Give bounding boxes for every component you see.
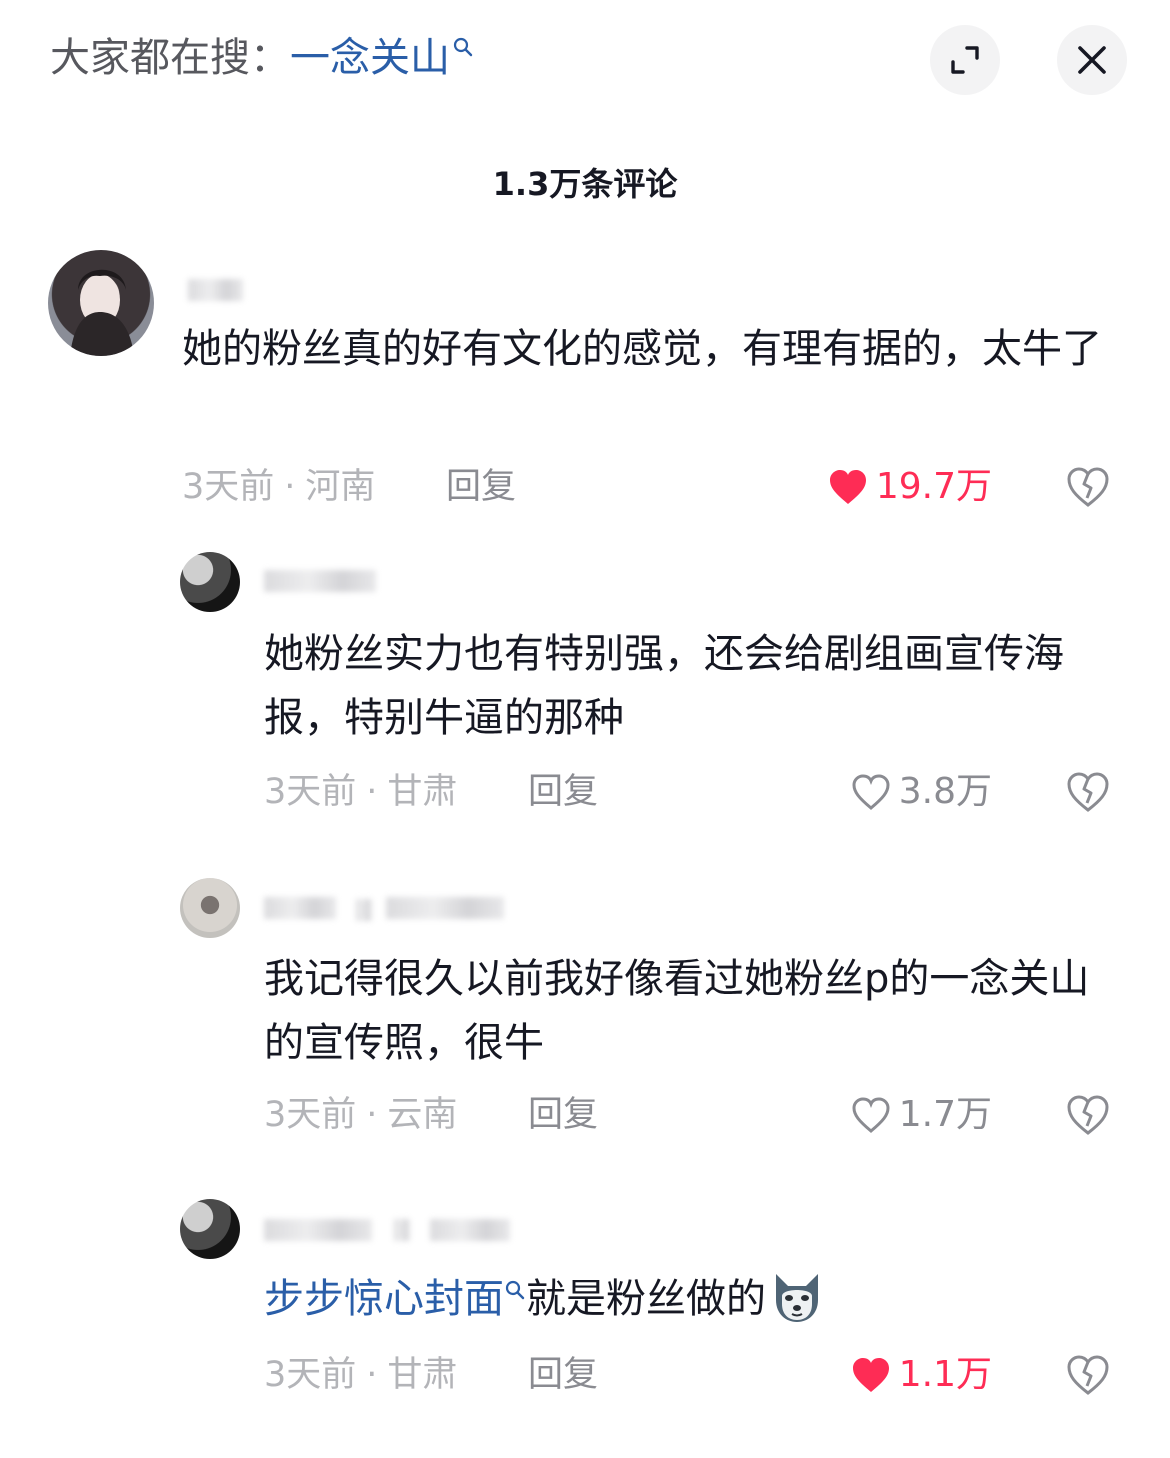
like-count: 1.1万 bbox=[898, 1354, 992, 1395]
avatar[interactable] bbox=[48, 250, 154, 356]
trending-search[interactable]: 大家都在搜：一念关山 bbox=[50, 30, 474, 86]
comment-location: 云南 bbox=[387, 1095, 458, 1135]
expand-button[interactable] bbox=[930, 25, 1000, 95]
comment-text: 她粉丝实力也有特别强，还会给剧组画宣传海报，特别牛逼的那种 bbox=[264, 631, 1064, 741]
comment-item: 我记得很久以前我好像看过她粉丝p的一念关山的宣传照，很牛 3天前 · 云南 回复 1… bbox=[0, 875, 1170, 1155]
search-term-link[interactable]: 一念关山 bbox=[290, 35, 450, 81]
avatar[interactable] bbox=[180, 1199, 240, 1259]
avatar[interactable] bbox=[180, 878, 240, 938]
comments-count: 1.3万条评论 bbox=[492, 165, 678, 203]
search-icon bbox=[505, 1280, 525, 1300]
comment-location: 甘肃 bbox=[387, 1355, 458, 1395]
dog-emoji bbox=[776, 1274, 818, 1322]
comment-text: 我记得很久以前我好像看过她粉丝p的一念关山的宣传照，很牛 bbox=[264, 956, 1090, 1066]
like-count: 3.8万 bbox=[898, 771, 992, 812]
comment-text: 步步惊心封面 就是粉丝做的 bbox=[264, 1267, 1114, 1331]
username-blurred bbox=[356, 899, 372, 921]
like-button[interactable]: 1.1万 bbox=[851, 1351, 992, 1399]
reply-button[interactable]: 回复 bbox=[446, 463, 516, 511]
comment-time: 3天前 bbox=[264, 772, 357, 812]
comment-meta: 3天前 · 云南 bbox=[264, 1095, 458, 1135]
username-blurred bbox=[264, 570, 376, 592]
username-blurred bbox=[386, 897, 504, 919]
comment-item: 她的粉丝真的好有文化的感觉，有理有据的，太牛了 3天前 · 河南 回复 19.7万 bbox=[0, 245, 1170, 515]
dislike-icon[interactable] bbox=[1066, 1093, 1110, 1137]
comment-location: 河南 bbox=[305, 467, 376, 507]
comment-location: 甘肃 bbox=[387, 772, 458, 812]
dislike-icon[interactable] bbox=[1066, 465, 1110, 509]
comment-item: 步步惊心封面 就是粉丝做的 3天前 · 甘肃 回复 1.1万 bbox=[0, 1195, 1170, 1425]
heart-icon bbox=[852, 774, 890, 810]
comment-text-body: 就是粉丝做的 bbox=[526, 1276, 766, 1322]
avatar[interactable] bbox=[180, 552, 240, 612]
search-topic-link[interactable]: 步步惊心封面 bbox=[264, 1276, 504, 1322]
heart-icon bbox=[852, 1358, 889, 1392]
like-button[interactable]: 1.7万 bbox=[851, 1091, 992, 1139]
comment-item: 她粉丝实力也有特别强，还会给剧组画宣传海报，特别牛逼的那种 3天前 · 甘肃 回复 … bbox=[0, 548, 1170, 828]
comment-time: 3天前 bbox=[182, 467, 275, 507]
dislike-icon[interactable] bbox=[1066, 1353, 1110, 1397]
comment-meta: 3天前 · 甘肃 bbox=[264, 772, 458, 812]
expand-icon bbox=[951, 46, 979, 74]
search-prefix: 大家都在搜： bbox=[50, 35, 290, 81]
dislike-icon[interactable] bbox=[1066, 770, 1110, 814]
comment-meta: 3天前 · 河南 bbox=[182, 467, 376, 507]
close-button[interactable] bbox=[1057, 25, 1127, 95]
comment-meta: 3天前 · 甘肃 bbox=[264, 1355, 458, 1395]
comment-text: 她的粉丝真的好有文化的感觉，有理有据的，太牛了 bbox=[182, 326, 1102, 372]
heart-icon bbox=[852, 1097, 890, 1133]
like-count: 1.7万 bbox=[898, 1094, 992, 1135]
close-icon bbox=[1078, 46, 1106, 74]
like-button[interactable]: 19.7万 bbox=[828, 463, 992, 511]
username-blurred bbox=[188, 279, 243, 301]
comment-time: 3天前 bbox=[264, 1095, 357, 1135]
like-button[interactable]: 3.8万 bbox=[851, 768, 992, 816]
username-blurred bbox=[264, 1219, 372, 1241]
search-icon bbox=[453, 37, 473, 57]
reply-button[interactable]: 回复 bbox=[528, 1351, 598, 1399]
reply-button[interactable]: 回复 bbox=[528, 1091, 598, 1139]
username-blurred bbox=[394, 1219, 410, 1241]
comment-time: 3天前 bbox=[264, 1355, 357, 1395]
heart-icon bbox=[829, 470, 866, 504]
username-blurred bbox=[264, 897, 336, 919]
like-count: 19.7万 bbox=[875, 466, 992, 507]
username-blurred bbox=[430, 1219, 510, 1241]
avatar-image bbox=[70, 269, 134, 356]
reply-button[interactable]: 回复 bbox=[528, 768, 598, 816]
search-header: 大家都在搜：一念关山 bbox=[0, 0, 1170, 118]
